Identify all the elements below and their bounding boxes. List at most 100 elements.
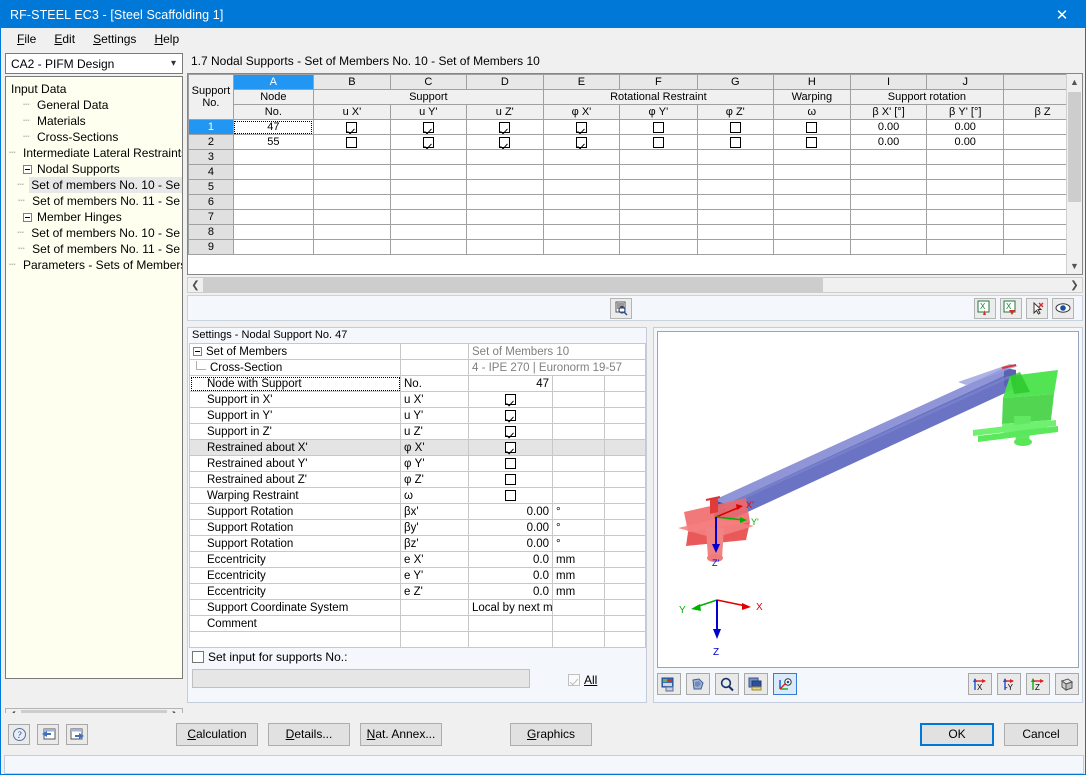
grid-cell-bx[interactable] — [849, 209, 928, 225]
grid-row-header[interactable]: 5 — [188, 179, 234, 195]
checkbox-icon[interactable] — [422, 121, 434, 133]
checkbox-icon[interactable] — [575, 121, 587, 133]
grid-row-header[interactable]: 1 — [188, 119, 234, 135]
grid-cell-uz-checkbox[interactable] — [465, 224, 544, 240]
settings-value-cell[interactable]: 0.00 — [468, 503, 553, 520]
grid-column-header-G[interactable]: G — [696, 74, 774, 90]
zoom-icon[interactable] — [715, 673, 739, 695]
grid-vertical-scrollbar[interactable]: ▲ ▼ — [1066, 74, 1082, 274]
checkbox-icon[interactable] — [499, 136, 511, 148]
settings-row[interactable]: Eccentricity e Y' 0.0 mm — [189, 567, 646, 584]
grid-cell-by[interactable] — [926, 239, 1005, 255]
grid-cell-px-checkbox[interactable] — [542, 239, 621, 255]
grid-cell-bx[interactable] — [849, 149, 928, 165]
table-row[interactable]: 1 47 0.00 0.00 — [188, 119, 1082, 135]
pick-in-model-icon[interactable] — [1026, 297, 1048, 319]
grid-cell-pz-checkbox[interactable] — [696, 149, 774, 165]
grid-cell-uz-checkbox[interactable] — [465, 179, 544, 195]
grid-cell-px-checkbox[interactable] — [542, 194, 621, 210]
table-row[interactable]: 9 — [188, 239, 1082, 255]
checkbox-icon[interactable] — [346, 121, 358, 133]
checkbox-icon[interactable] — [729, 136, 741, 148]
grid-row-header[interactable]: 6 — [188, 194, 234, 210]
grid-cell-bx[interactable]: 0.00 — [849, 134, 928, 150]
checkbox-icon[interactable] — [729, 121, 741, 133]
scroll-up-icon[interactable]: ▲ — [1067, 74, 1082, 90]
grid-cell-uz-checkbox[interactable] — [465, 209, 544, 225]
tree-item[interactable]: Nodal Supports — [9, 161, 182, 177]
grid-cell-node-no[interactable] — [232, 149, 314, 165]
details-button[interactable]: Details... — [268, 722, 350, 746]
grid-cell-pz-checkbox[interactable] — [696, 134, 774, 150]
grid-scroll-right-icon[interactable]: ❯ — [1067, 280, 1082, 291]
close-icon[interactable]: ✕ — [1039, 1, 1085, 28]
table-row[interactable]: 3 — [188, 149, 1082, 165]
grid-cell-node-no[interactable] — [232, 209, 314, 225]
table-row[interactable]: 7 — [188, 209, 1082, 225]
grid-cell-by[interactable]: 0.00 — [926, 119, 1005, 135]
grid-row-header[interactable]: 9 — [188, 239, 234, 255]
settings-row[interactable]: Set of Members Set of Members 10 — [189, 343, 646, 360]
collapse-icon[interactable] — [193, 346, 202, 356]
rotate-icon[interactable] — [686, 673, 710, 695]
grid-cell-py-checkbox[interactable] — [619, 224, 698, 240]
grid-cell-bx[interactable] — [849, 179, 928, 195]
previous-module-icon[interactable] — [37, 723, 59, 745]
settings-value-cell[interactable] — [468, 407, 553, 424]
ok-button[interactable]: OK — [920, 722, 994, 746]
view-x-icon[interactable]: X — [968, 673, 992, 695]
render-mode-icon[interactable] — [657, 673, 681, 695]
grid-cell-py-checkbox[interactable] — [619, 239, 698, 255]
isometric-view-icon[interactable] — [1055, 673, 1079, 695]
scroll-thumb-vertical[interactable] — [1068, 92, 1081, 202]
grid-cell-w-checkbox[interactable] — [772, 209, 851, 225]
set-input-field[interactable] — [192, 669, 530, 688]
menu-settings[interactable]: Settings — [84, 30, 145, 48]
grid-cell-bx[interactable] — [849, 194, 928, 210]
checkbox-icon[interactable] — [806, 136, 818, 148]
checkbox-icon[interactable] — [499, 121, 511, 133]
grid-cell-px-checkbox[interactable] — [542, 134, 621, 150]
grid-cell-pz-checkbox[interactable] — [696, 194, 774, 210]
grid-cell-py-checkbox[interactable] — [619, 194, 698, 210]
grid-cell-ux-checkbox[interactable] — [312, 119, 391, 135]
grid-cell-ux-checkbox[interactable] — [312, 134, 391, 150]
grid-cell-ux-checkbox[interactable] — [312, 239, 391, 255]
settings-table[interactable]: Set of Members Set of Members 10 Cross-Sec… — [189, 343, 646, 648]
settings-row[interactable]: Eccentricity e Z' 0.0 mm — [189, 583, 646, 600]
grid-cell-node-no[interactable] — [232, 224, 314, 240]
grid-cell-uz-checkbox[interactable] — [465, 119, 544, 135]
grid-cell-bx[interactable] — [849, 224, 928, 240]
grid-cell-px-checkbox[interactable] — [542, 119, 621, 135]
expander-minus-icon[interactable] — [23, 164, 32, 174]
grid-cell-ux-checkbox[interactable] — [312, 164, 391, 180]
grid-cell-py-checkbox[interactable] — [619, 164, 698, 180]
tree-item[interactable]: ┄ Set of members No. 11 - Se — [9, 241, 182, 257]
grid-cell-by[interactable] — [926, 149, 1005, 165]
settings-row[interactable]: Support in Y' u Y' — [189, 407, 646, 424]
grid-cell-py-checkbox[interactable] — [619, 134, 698, 150]
grid-cell-py-checkbox[interactable] — [619, 119, 698, 135]
settings-row[interactable]: Support in Z' u Z' — [189, 423, 646, 440]
tree-item[interactable]: ┄ Set of members No. 10 - Se — [9, 225, 182, 241]
tree-item[interactable]: ┄ Cross-Sections — [9, 129, 182, 145]
layers-icon[interactable] — [744, 673, 768, 695]
grid-cell-w-checkbox[interactable] — [772, 119, 851, 135]
grid-column-header-J[interactable]: J — [926, 74, 1005, 90]
grid-cell-by[interactable] — [926, 209, 1005, 225]
expander-minus-icon[interactable] — [23, 212, 32, 222]
tree-item[interactable]: Member Hinges — [9, 209, 182, 225]
grid-cell-uz-checkbox[interactable] — [465, 134, 544, 150]
settings-value-cell[interactable] — [468, 391, 553, 408]
settings-value-cell[interactable]: 0.0 — [468, 551, 553, 568]
tree-item[interactable]: ┄ Set of members No. 10 - Se — [9, 177, 182, 193]
grid-cell-uz-checkbox[interactable] — [465, 239, 544, 255]
view-negy-icon[interactable]: -Y — [997, 673, 1021, 695]
grid-cell-uy-checkbox[interactable] — [389, 194, 467, 210]
settings-value-cell[interactable]: 0.0 — [468, 583, 553, 600]
tree-item[interactable]: ┄ Intermediate Lateral Restraints — [9, 145, 182, 161]
checkbox-icon[interactable] — [652, 121, 664, 133]
grid-cell-ux-checkbox[interactable] — [312, 149, 391, 165]
grid-row-header[interactable]: 4 — [188, 164, 234, 180]
grid-cell-by[interactable] — [926, 224, 1005, 240]
